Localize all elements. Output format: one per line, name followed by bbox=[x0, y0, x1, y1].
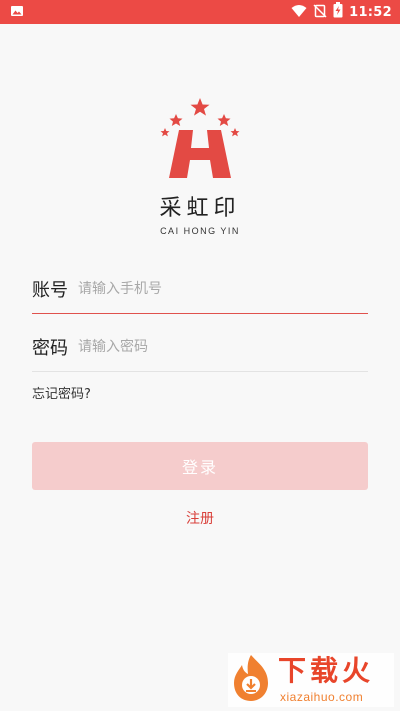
phone-row: 账号 bbox=[32, 264, 368, 314]
app-name: 采虹印 bbox=[159, 196, 241, 221]
flame-icon bbox=[228, 653, 274, 707]
battery-charging-icon bbox=[333, 2, 343, 22]
svg-text:xiazaihuo.com: xiazaihuo.com bbox=[280, 690, 363, 704]
password-row: 密码 bbox=[32, 322, 368, 372]
wifi-icon bbox=[291, 3, 307, 22]
watermark-brand-logo: 下载火 bbox=[278, 653, 390, 689]
svg-text:下载火: 下载火 bbox=[278, 654, 374, 685]
password-label: 密码 bbox=[32, 337, 68, 359]
status-bar: 11:52 bbox=[0, 0, 400, 24]
phone-label: 账号 bbox=[32, 279, 68, 301]
password-input[interactable] bbox=[78, 331, 368, 362]
register-link[interactable]: 注册 bbox=[0, 508, 400, 528]
watermark-domain-logo: xiazaihuo.com bbox=[278, 689, 390, 708]
no-sim-icon bbox=[313, 3, 327, 22]
image-icon bbox=[10, 3, 24, 22]
forgot-password-link[interactable]: 忘记密码? bbox=[32, 383, 91, 402]
status-time: 11:52 bbox=[349, 4, 392, 20]
app-logo: 采虹印 CAI HONG YIN bbox=[0, 96, 400, 236]
login-button[interactable]: 登录 bbox=[32, 442, 368, 490]
app-subname: CAI HONG YIN bbox=[160, 226, 240, 236]
status-icons: 11:52 bbox=[291, 2, 392, 22]
watermark: 下载火 xiazaihuo.com bbox=[228, 653, 394, 707]
phone-input[interactable] bbox=[78, 273, 368, 304]
logo-mark-icon bbox=[155, 96, 245, 184]
